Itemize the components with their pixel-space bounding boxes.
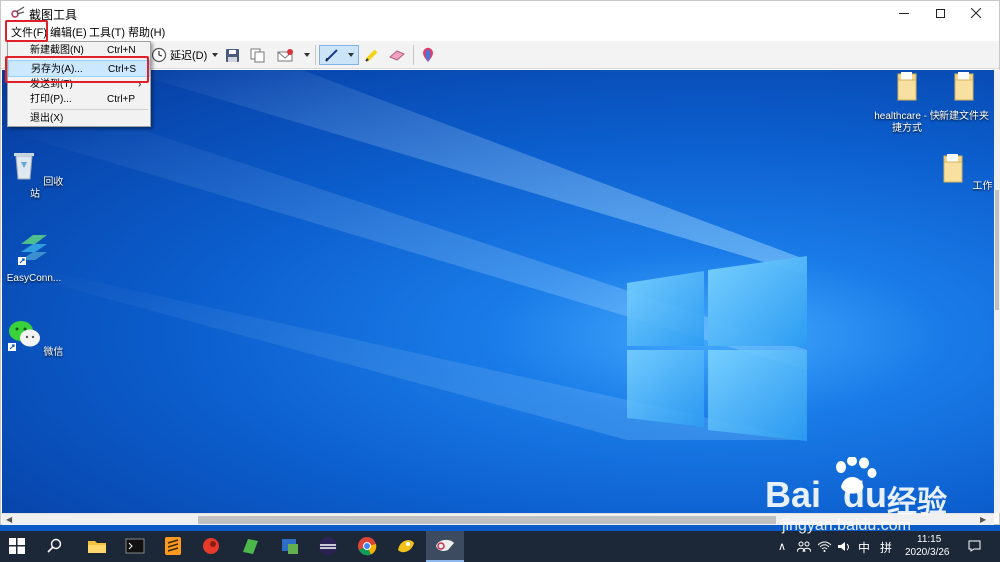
desktop-icon-recycle-bin[interactable]: 回收站 — [4, 148, 66, 201]
desktop-icon-wechat[interactable]: 微信 — [4, 318, 66, 359]
menu-tools[interactable]: 工具(T) — [89, 26, 125, 40]
chevron-down-icon — [304, 53, 310, 57]
annotation-box-file-menu — [5, 20, 48, 42]
terminal-icon[interactable] — [124, 535, 146, 557]
clock-date[interactable]: 2020/3/26 — [905, 547, 950, 558]
desktop-icon-label: EasyConn... — [6, 273, 62, 284]
minimize-icon — [899, 12, 909, 14]
highlighter-icon — [365, 49, 378, 62]
paint3d-button[interactable] — [419, 45, 437, 65]
menu-bar: 文件(F) 编辑(E) 工具(T) 帮助(H) — [1, 25, 999, 41]
file-explorer-icon[interactable] — [86, 535, 108, 557]
watermark-brand-suffix: du — [843, 474, 887, 515]
toolbar-divider — [315, 45, 316, 65]
scrollbar-thumb[interactable] — [198, 516, 776, 524]
clock-icon — [151, 47, 167, 63]
search-icon[interactable] — [47, 538, 63, 554]
desktop-icon-label: 新建文件夹 — [939, 111, 989, 122]
menu-item-shortcut: Ctrl+P — [107, 94, 136, 105]
folder-icon — [943, 154, 963, 183]
ime-indicator[interactable]: 中 — [858, 539, 870, 556]
volume-icon[interactable] — [838, 541, 851, 552]
chevron-up-icon[interactable]: ∧ — [778, 540, 786, 553]
pen-icon — [325, 49, 338, 62]
people-icon[interactable] — [797, 541, 811, 552]
desktop-icon-work[interactable]: 工作 — [934, 152, 994, 193]
maximize-icon — [935, 8, 945, 18]
ime-mode-indicator[interactable]: 拼 — [880, 539, 892, 556]
title-bar[interactable]: 截图工具 — [1, 1, 999, 25]
delay-dropdown-button[interactable] — [211, 45, 219, 65]
eclipse-icon[interactable] — [317, 535, 339, 557]
watermark-url: jingyan.baidu.com — [782, 517, 911, 534]
desktop-icon-label: 微信 — [43, 347, 64, 358]
eraser-icon — [389, 50, 405, 61]
chevron-down-icon — [348, 53, 354, 57]
scrollbar-thumb[interactable] — [995, 190, 999, 310]
snipping-tool-icon — [436, 539, 454, 551]
folder-shortcut-icon — [897, 72, 917, 101]
wifi-icon[interactable] — [818, 541, 831, 552]
menu-item-exit[interactable]: 退出(X) — [8, 110, 150, 127]
close-icon — [971, 8, 981, 18]
minimize-button[interactable] — [886, 1, 922, 25]
menu-item-print[interactable]: 打印(P)... Ctrl+P — [8, 91, 150, 108]
notification-center-icon[interactable] — [968, 540, 981, 552]
send-dropdown-button[interactable] — [303, 45, 311, 65]
app-icon-red[interactable] — [200, 535, 222, 557]
app-icon-yellow[interactable] — [395, 535, 417, 557]
desktop-icon-healthcare[interactable]: healthcare - 快捷方式 — [874, 70, 940, 135]
save-button[interactable] — [223, 45, 241, 65]
toolbar-divider — [413, 45, 414, 65]
close-button[interactable] — [958, 1, 994, 25]
copy-button[interactable] — [248, 45, 266, 65]
windows-wallpaper — [2, 70, 807, 441]
menu-item-label: 打印(P)... — [30, 94, 72, 105]
baidu-watermark: Bai du 经验 jingyan.baidu.com — [765, 457, 1000, 537]
desktop-icon-label: 工作 — [972, 181, 993, 192]
send-email-button[interactable] — [275, 45, 295, 65]
sublime-text-icon[interactable] — [162, 535, 184, 557]
desktop-icon-label: healthcare - 快捷方式 — [874, 111, 940, 134]
app-icon-blue-window[interactable] — [279, 535, 301, 557]
envelope-icon — [277, 48, 293, 61]
easyconnect-icon — [18, 235, 47, 265]
pen-button[interactable] — [319, 45, 359, 65]
menu-edit[interactable]: 编辑(E) — [50, 26, 87, 40]
save-icon — [225, 48, 239, 62]
wechat-icon — [7, 321, 40, 351]
annotation-box-save-as — [5, 56, 149, 83]
delay-button[interactable]: 延迟(D) — [151, 45, 207, 65]
scroll-left-icon[interactable]: ◀ — [6, 515, 12, 524]
paint3d-icon — [423, 47, 433, 62]
delay-label: 延迟(D) — [170, 50, 208, 62]
app-icon-green[interactable] — [239, 535, 261, 557]
file-menu-dropdown: 新建截图(N) Ctrl+N 另存为(A)... Ctrl+S 发送到(T) ›… — [7, 41, 151, 127]
menu-help[interactable]: 帮助(H) — [128, 26, 165, 40]
desktop-icon-easyconnect[interactable]: EasyConn... — [3, 232, 65, 285]
windows-start-icon[interactable] — [9, 538, 25, 554]
watermark-brand: Bai — [765, 474, 822, 515]
copy-icon — [250, 48, 264, 62]
screenshot-canvas[interactable]: 回收站 EasyConn... 微信 healthcare - 快捷方式 新建文… — [2, 70, 994, 513]
snipping-tool-window: 截图工具 文件(F) 编辑(E) 工具(T) 帮助(H) 延迟(D) 回收站 E… — [0, 0, 1000, 525]
scissors-app-icon — [11, 6, 25, 18]
desktop-icon-new-folder[interactable]: 新建文件夹 — [934, 70, 994, 123]
watermark-jingyan: 经验 — [887, 486, 947, 519]
taskbar-item-snipping-tool[interactable] — [426, 531, 464, 562]
chevron-down-icon — [212, 53, 218, 57]
highlighter-button[interactable] — [363, 45, 381, 65]
vertical-scrollbar[interactable] — [994, 70, 1000, 513]
folder-icon — [954, 72, 974, 101]
chrome-icon[interactable] — [356, 535, 378, 557]
recycle-bin-icon — [13, 153, 34, 180]
eraser-button[interactable] — [386, 45, 408, 65]
menu-item-label: 退出(X) — [30, 113, 64, 124]
maximize-button[interactable] — [922, 1, 958, 25]
